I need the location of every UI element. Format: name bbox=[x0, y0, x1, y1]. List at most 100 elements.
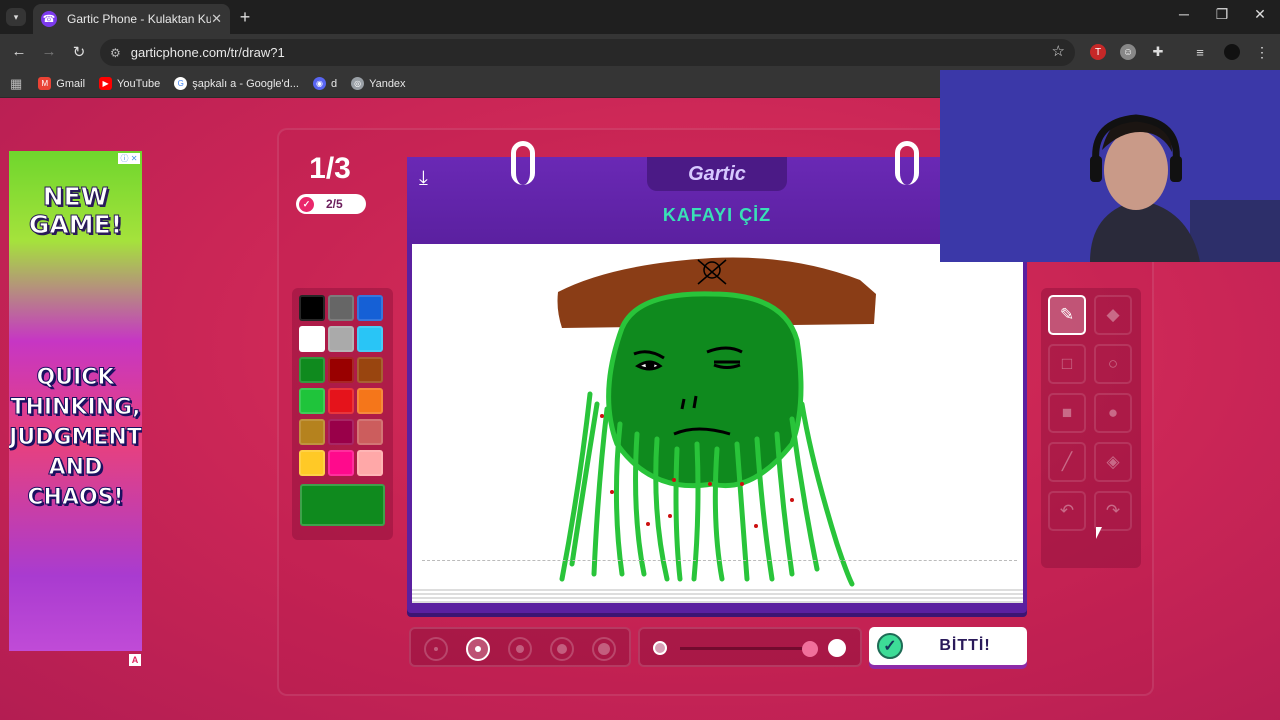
forward-icon[interactable]: → bbox=[40, 43, 58, 60]
book-header: ⤓ Gartic KAFAYI ÇİZ bbox=[407, 141, 1027, 243]
bookmark-youtube[interactable]: ▶ YouTube bbox=[99, 77, 160, 90]
bookmark-google[interactable]: Gşapkalı a - Google'd... bbox=[174, 77, 299, 90]
gartic-favicon-icon: ☎ bbox=[41, 11, 57, 27]
round-counter: 1/3 bbox=[309, 152, 351, 185]
apps-grid-icon[interactable]: ▦ bbox=[10, 76, 22, 92]
fill-bucket-icon[interactable]: ◈ bbox=[1094, 442, 1132, 482]
brush-size-option[interactable] bbox=[592, 637, 616, 661]
opacity-knob[interactable] bbox=[802, 641, 818, 657]
profile-avatar[interactable] bbox=[1224, 44, 1240, 60]
undo-icon[interactable]: ↶ bbox=[1048, 491, 1086, 531]
rectangle-filled-icon[interactable]: ■ bbox=[1048, 393, 1086, 433]
bookmark-d[interactable]: ◉ d bbox=[312, 77, 337, 90]
color-swatch[interactable] bbox=[299, 450, 325, 476]
color-swatch[interactable] bbox=[357, 388, 383, 414]
drawing-book: ⤓ Gartic KAFAYI ÇİZ bbox=[407, 141, 1027, 613]
ad-info-icon[interactable]: ⓘ ✕ bbox=[118, 153, 140, 164]
ad-banner[interactable]: ⓘ ✕ NEW GAME! QUICK THINKING, JUDGMENT A… bbox=[9, 151, 142, 651]
menu-kebab-icon[interactable]: ⋮ bbox=[1254, 44, 1270, 60]
close-window-icon[interactable]: ✕ bbox=[1250, 6, 1270, 23]
color-swatch[interactable] bbox=[299, 357, 325, 383]
opacity-low-icon bbox=[653, 641, 667, 655]
circle-filled-icon[interactable]: ● bbox=[1094, 393, 1132, 433]
color-swatch[interactable] bbox=[328, 388, 354, 414]
opacity-high-icon bbox=[828, 639, 846, 657]
canvas-guide-line bbox=[422, 560, 1017, 561]
color-swatch[interactable] bbox=[328, 419, 354, 445]
binder-ring-left bbox=[511, 141, 535, 185]
brush-size-option[interactable] bbox=[508, 637, 532, 661]
brush-size-selector bbox=[409, 627, 631, 667]
color-swatch[interactable] bbox=[357, 450, 383, 476]
globe-icon: ◎ bbox=[351, 77, 365, 90]
youtube-icon: ▶ bbox=[99, 77, 113, 90]
done-button-label: BİTTİ! bbox=[939, 637, 991, 654]
color-swatch[interactable] bbox=[299, 295, 325, 321]
tab-search-button[interactable]: ▾ bbox=[6, 8, 26, 26]
pencil-icon[interactable]: ✎ bbox=[1048, 295, 1086, 335]
site-info-icon[interactable]: ⚙ bbox=[110, 46, 121, 60]
mouse-cursor bbox=[1096, 527, 1108, 539]
book-page-edges bbox=[412, 587, 1023, 603]
gmail-icon: M bbox=[38, 77, 52, 90]
draw-prompt: KAFAYI ÇİZ bbox=[662, 205, 772, 225]
color-swatch[interactable] bbox=[357, 326, 383, 352]
download-icon[interactable]: ⤓ bbox=[419, 167, 428, 190]
done-count: 2/5 bbox=[326, 197, 343, 211]
webcam-feed bbox=[940, 70, 1280, 262]
minimize-icon[interactable]: ─ bbox=[1174, 6, 1194, 22]
media-control-icon[interactable]: ≡ bbox=[1192, 44, 1208, 60]
color-swatch[interactable] bbox=[299, 326, 325, 352]
eraser-icon[interactable]: ◆ bbox=[1094, 295, 1132, 335]
ad-headline: NEW GAME! bbox=[28, 182, 123, 239]
opacity-track[interactable] bbox=[680, 647, 810, 650]
color-swatch[interactable] bbox=[357, 419, 383, 445]
color-palette bbox=[292, 288, 393, 540]
url-text: garticphone.com/tr/draw?1 bbox=[130, 45, 285, 60]
color-swatch[interactable] bbox=[328, 326, 354, 352]
brush-size-option[interactable] bbox=[424, 637, 448, 661]
tab-title: Gartic Phone - Kulaktan Kulağa bbox=[67, 12, 212, 26]
webcam-overlay bbox=[940, 70, 1280, 262]
browser-toolbar: ← → ↻ ⚙ garticphone.com/tr/draw?1 ☆ T ☺ … bbox=[0, 34, 1280, 70]
line-icon[interactable]: ╱ bbox=[1048, 442, 1086, 482]
extensions-puzzle-icon[interactable]: ✚ bbox=[1150, 44, 1166, 60]
color-swatch[interactable] bbox=[357, 295, 383, 321]
color-swatch[interactable] bbox=[299, 388, 325, 414]
bookmark-gmail[interactable]: M Gmail bbox=[38, 77, 85, 90]
tab-gartic[interactable]: ☎ Gartic Phone - Kulaktan Kulağa ✕ bbox=[33, 4, 230, 34]
google-icon: G bbox=[174, 77, 188, 90]
reload-icon[interactable]: ↻ bbox=[70, 43, 88, 61]
browser-window: ▾ ☎ Gartic Phone - Kulaktan Kulağa ✕ + ─… bbox=[0, 0, 1280, 720]
extension-tp-icon[interactable]: T bbox=[1090, 44, 1106, 60]
color-swatch[interactable] bbox=[357, 357, 383, 383]
circle-outline-icon[interactable]: ○ bbox=[1094, 344, 1132, 384]
restore-icon[interactable]: ❐ bbox=[1212, 6, 1232, 23]
done-button[interactable]: ✓ BİTTİ! bbox=[869, 627, 1027, 665]
drawing-canvas[interactable] bbox=[412, 244, 1023, 587]
close-tab-icon[interactable]: ✕ bbox=[211, 11, 222, 27]
opacity-slider[interactable] bbox=[638, 627, 862, 667]
back-icon[interactable]: ← bbox=[10, 43, 28, 60]
done-players-badge: ✓ 2/5 bbox=[296, 194, 366, 214]
new-tab-button[interactable]: + bbox=[236, 8, 254, 26]
check-icon: ✓ bbox=[299, 196, 314, 212]
redo-icon[interactable]: ↷ bbox=[1094, 491, 1132, 531]
bookmark-star-icon[interactable]: ☆ bbox=[1052, 42, 1065, 60]
done-check-icon: ✓ bbox=[877, 633, 903, 659]
color-swatch[interactable] bbox=[328, 450, 354, 476]
extension-avatar-icon[interactable]: ☺ bbox=[1120, 44, 1136, 60]
adchoices-icon[interactable]: A bbox=[129, 654, 141, 666]
brush-size-option[interactable] bbox=[550, 637, 574, 661]
color-swatch[interactable] bbox=[328, 295, 354, 321]
brush-size-option[interactable] bbox=[466, 637, 490, 661]
pirate-drawing bbox=[557, 257, 876, 587]
tool-panel: ✎ ◆ □ ○ ■ ● ╱ ◈ ↶ ↷ bbox=[1041, 288, 1141, 568]
discord-icon: ◉ bbox=[312, 77, 326, 90]
ad-tagline: QUICK THINKING, JUDGMENT AND CHAOS! bbox=[9, 365, 142, 511]
color-swatch[interactable] bbox=[328, 357, 354, 383]
bookmark-yandex[interactable]: ◎ Yandex bbox=[351, 77, 406, 90]
color-swatch[interactable] bbox=[299, 419, 325, 445]
address-bar[interactable]: ⚙ garticphone.com/tr/draw?1 ☆ bbox=[100, 39, 1075, 66]
rectangle-outline-icon[interactable]: □ bbox=[1048, 344, 1086, 384]
